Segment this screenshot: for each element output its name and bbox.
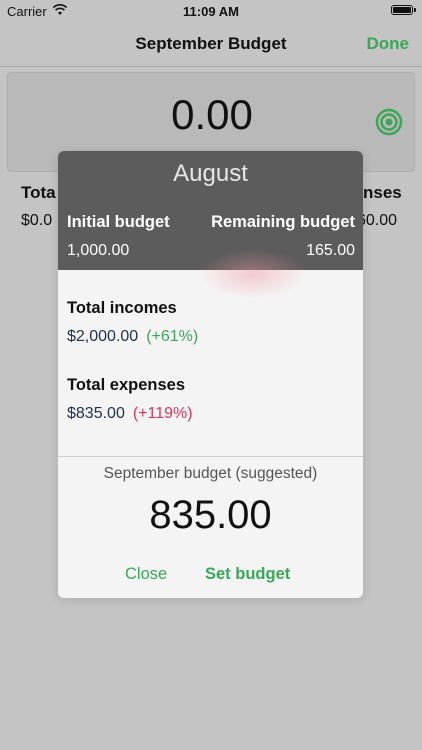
remaining-budget-label: Remaining budget (211, 213, 355, 231)
suggested-budget-label: September budget (suggested) (103, 465, 318, 482)
initial-budget-label: Initial budget (67, 213, 170, 231)
total-expenses-label-bg: nses (363, 183, 402, 202)
total-expenses-label: Total expenses (67, 376, 185, 394)
total-incomes-label-bg: Tota (21, 183, 56, 202)
budget-amount-value: 0.00 (171, 91, 253, 138)
total-incomes-value: $2,000.00 (67, 328, 139, 345)
total-expenses-value: $835.00 (67, 405, 125, 422)
navigation-bar: September Budget Done (0, 22, 422, 67)
total-expenses-percent: (+119%) (132, 405, 193, 422)
close-button[interactable]: Close (125, 565, 167, 584)
dialog-month-title: August (173, 160, 248, 187)
initial-budget-value: 1,000.00 (67, 242, 130, 259)
remaining-budget-value: 165.00 (306, 242, 355, 259)
suggested-budget-value: 835.00 (149, 493, 272, 537)
total-incomes-value-bg: $0.0 (21, 212, 53, 229)
dialog-header: August Initial budget 1,000.00 Remaining… (58, 151, 363, 270)
status-time: 11:09 AM (183, 4, 239, 19)
set-budget-button[interactable]: Set budget (205, 565, 290, 584)
decorative-glow (198, 249, 308, 299)
target-icon[interactable] (375, 108, 403, 136)
total-incomes-label: Total incomes (67, 299, 177, 317)
budget-suggestion-dialog: August Initial budget 1,000.00 Remaining… (58, 151, 363, 598)
status-bar: Carrier 11:09 AM (0, 0, 422, 22)
dialog-divider (58, 456, 363, 457)
total-incomes-percent: (+61%) (146, 328, 199, 345)
battery-icon (391, 5, 416, 15)
total-expenses-row: $835.00 (+119%) (67, 405, 193, 423)
total-incomes-row: $2,000.00 (+61%) (67, 328, 198, 346)
page-title: September Budget (135, 34, 287, 53)
done-button[interactable]: Done (367, 34, 410, 54)
total-expenses-value-bg: 60.00 (357, 212, 398, 229)
